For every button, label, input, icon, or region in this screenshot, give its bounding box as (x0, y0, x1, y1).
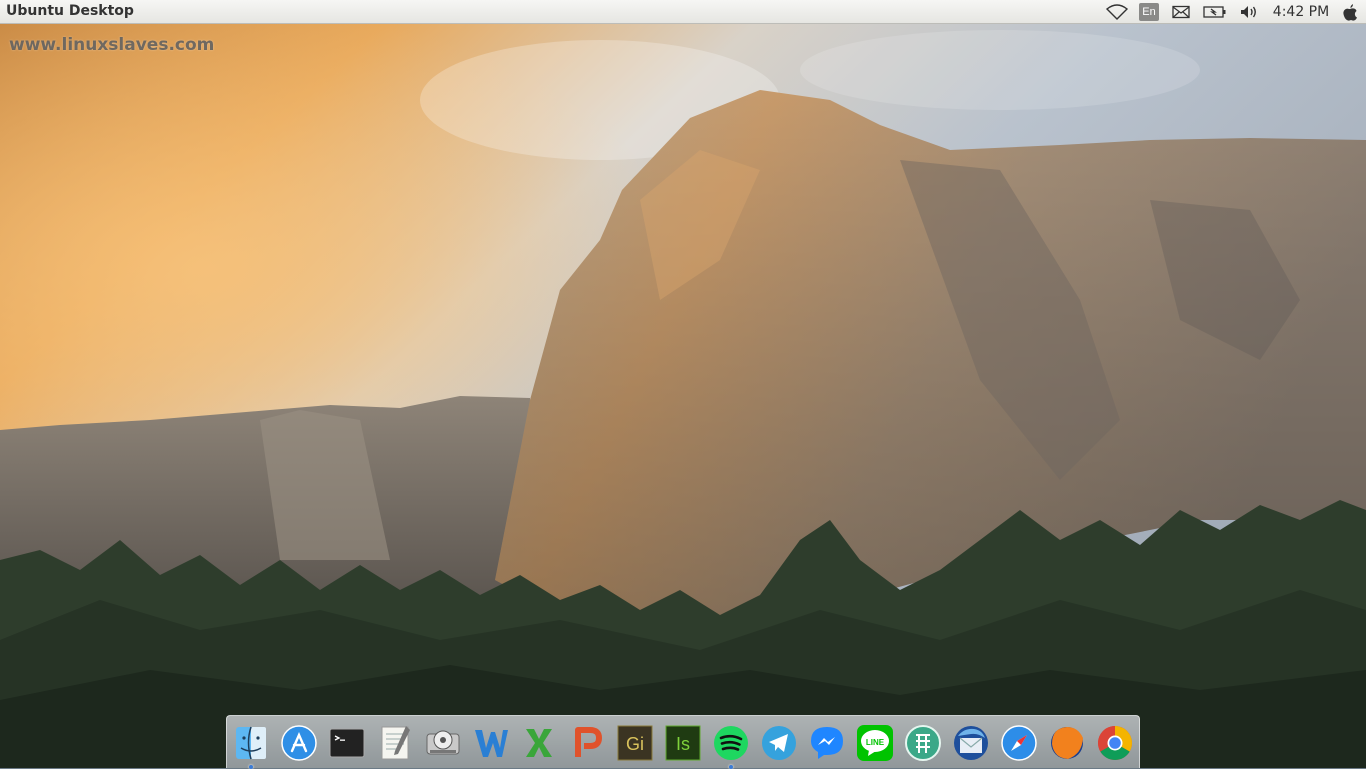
dock-item-finder[interactable] (231, 723, 271, 769)
dock-item-wps-presentation[interactable] (567, 723, 607, 763)
desktop-wallpaper (0, 0, 1366, 768)
dock-item-inkscape[interactable]: Is (663, 723, 703, 763)
terminal-icon (329, 728, 365, 758)
language-label: En (1139, 3, 1159, 21)
app-store-icon (281, 725, 317, 761)
telegram-icon (762, 726, 796, 760)
spotify-icon (714, 726, 748, 760)
dock-item-chrome[interactable] (1095, 723, 1135, 763)
apple-logo-icon (1343, 4, 1357, 21)
thunderbird-icon (954, 726, 988, 760)
dock-item-safari[interactable] (999, 723, 1039, 763)
finder-icon (236, 726, 266, 760)
dock-item-firefox[interactable] (1047, 723, 1087, 763)
dock-item-wps-writer[interactable] (471, 723, 511, 763)
dock-item-telegram[interactable] (759, 723, 799, 763)
running-indicator (249, 765, 253, 769)
wifi-icon (1106, 4, 1128, 20)
dock-item-text-editor[interactable] (375, 723, 415, 763)
inkscape-icon: Is (665, 725, 701, 761)
messenger-icon (811, 727, 843, 759)
watermark: www.linuxslaves.com (9, 35, 215, 55)
dock-item-line[interactable]: LINE (855, 723, 895, 763)
notepad-icon (381, 726, 410, 760)
active-window-title: Ubuntu Desktop (6, 3, 134, 19)
dock: Gi Is LINE (226, 715, 1140, 769)
dock-item-gimp[interactable]: Gi (615, 723, 655, 763)
firefox-icon (1051, 727, 1083, 759)
dock-item-terminal[interactable] (327, 723, 367, 763)
dock-item-messenger[interactable] (807, 723, 847, 763)
volume-icon (1241, 6, 1256, 18)
battery-charging-icon (1203, 6, 1226, 18)
dock-item-app-store[interactable] (279, 723, 319, 763)
dock-item-thunderbird[interactable] (951, 723, 991, 763)
running-indicator (729, 765, 733, 769)
sound-indicator[interactable] (1238, 0, 1260, 24)
franz-icon (905, 725, 941, 761)
mail-icon (1172, 5, 1190, 19)
messaging-indicator[interactable] (1170, 0, 1192, 24)
dock-item-spotify[interactable] (711, 723, 751, 769)
line-icon: LINE (857, 725, 893, 761)
wps-presentation-icon (575, 727, 602, 757)
clock[interactable]: 4:42 PM (1270, 0, 1332, 24)
dock-item-wps-spreadsheets[interactable] (519, 723, 559, 763)
system-menu[interactable] (1340, 0, 1360, 24)
gimp-icon: Gi (617, 725, 653, 761)
svg-text:Gi: Gi (626, 734, 644, 754)
dock-item-disk-utility[interactable] (423, 723, 463, 763)
svg-text:Is: Is (676, 734, 690, 754)
chrome-icon (1098, 726, 1132, 760)
disk-utility-icon (426, 730, 460, 755)
battery-indicator[interactable] (1203, 0, 1227, 24)
wps-spreadsheets-icon (526, 729, 552, 757)
safari-icon (1001, 725, 1037, 761)
keyboard-language-indicator[interactable]: En (1139, 0, 1159, 24)
svg-text:LINE: LINE (866, 738, 885, 747)
wps-writer-icon (475, 730, 508, 757)
dock-item-franz[interactable] (903, 723, 943, 763)
wifi-indicator[interactable] (1105, 0, 1129, 24)
top-panel: Ubuntu Desktop En 4:42 PM (0, 0, 1366, 24)
